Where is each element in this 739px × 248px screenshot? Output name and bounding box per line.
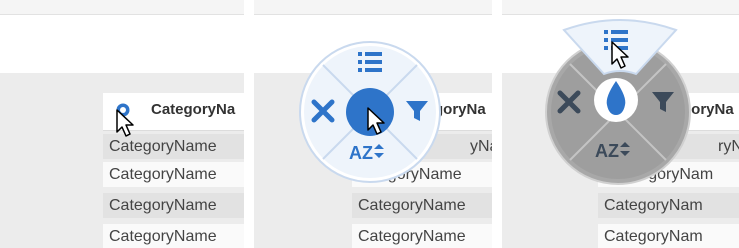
toolbar xyxy=(254,0,498,15)
sort-label: AZ xyxy=(349,143,373,163)
close-icon[interactable] xyxy=(556,89,582,115)
row-text: ryNam xyxy=(718,138,739,155)
table-row[interactable]: CategoryName xyxy=(103,193,244,218)
sort-label: AZ xyxy=(595,141,619,161)
sort-arrows-icon xyxy=(620,142,630,156)
mouse-cursor-icon xyxy=(116,109,134,137)
table-row[interactable]: CategoryName xyxy=(352,193,498,218)
mouse-cursor-icon xyxy=(611,41,629,69)
mouse-cursor-icon xyxy=(367,107,385,135)
sort-button[interactable]: AZ xyxy=(349,143,385,164)
filter-icon[interactable] xyxy=(650,89,676,115)
table-row[interactable]: CategoryName xyxy=(103,224,244,248)
grid-panel-menu-open: goryNa yName gegoryName CategoryName Cat… xyxy=(254,0,498,248)
table-row[interactable]: CategoryNam xyxy=(598,193,739,218)
toolbar xyxy=(502,0,739,15)
panel-divider xyxy=(492,0,502,248)
sort-arrows-icon xyxy=(374,144,384,158)
table-row[interactable]: CategoryName xyxy=(103,162,244,187)
table-row[interactable]: CategoryNam xyxy=(598,224,739,248)
sort-button[interactable]: AZ xyxy=(595,141,631,162)
drop-icon xyxy=(606,81,626,115)
toolbar xyxy=(0,0,244,15)
list-icon[interactable] xyxy=(356,50,384,74)
panel-divider xyxy=(244,0,254,248)
table-row[interactable]: CategoryName xyxy=(352,224,498,248)
close-icon[interactable] xyxy=(310,98,336,124)
column-header-label: CategoryNa xyxy=(151,101,236,118)
grid-panel-menu-hover: goryNa ryNam categoryNam CategoryNam Cat… xyxy=(502,0,739,248)
grid-panel-initial: CategoryNa CategoryName CategoryName Cat… xyxy=(0,0,244,248)
filter-icon[interactable] xyxy=(404,98,430,124)
